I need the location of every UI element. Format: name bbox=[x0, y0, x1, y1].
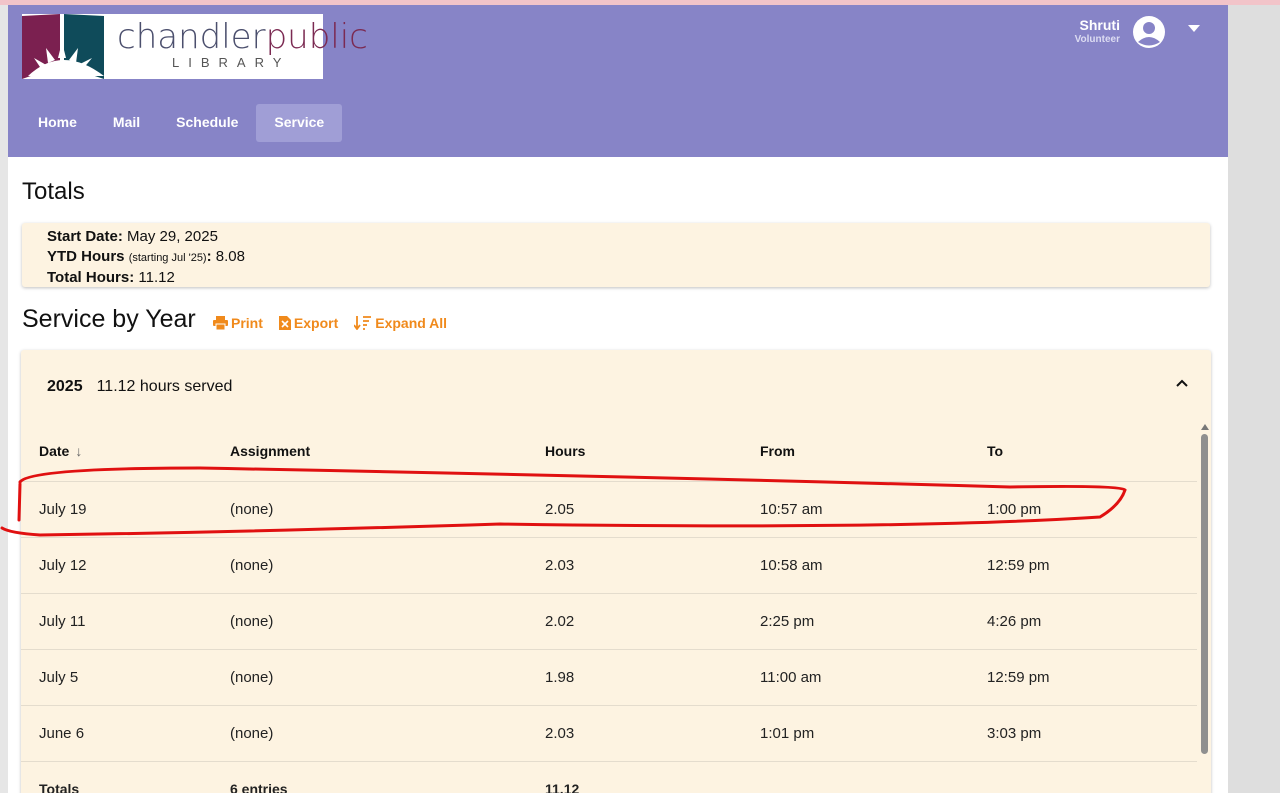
table-row[interactable]: July 5 (none) 1.98 11:00 am 12:59 pm bbox=[21, 649, 1197, 706]
cell-to: 4:26 pm bbox=[969, 593, 1197, 650]
cell-hours: 2.05 bbox=[527, 481, 742, 538]
print-label: Print bbox=[231, 315, 263, 331]
cell-to: 1:00 pm bbox=[969, 481, 1197, 538]
cell-date: July 12 bbox=[21, 537, 212, 594]
year-summary: 11.12 hours served bbox=[96, 378, 233, 395]
start-date-line: Start Date: May 29, 2025 bbox=[47, 227, 1210, 247]
cell-to: 12:59 pm bbox=[969, 649, 1197, 706]
user-name: Shruti bbox=[1079, 17, 1120, 33]
col-date[interactable]: Date ↓ bbox=[21, 422, 212, 482]
ytd-line: YTD Hours (starting Jul '25): 8.08 bbox=[47, 247, 1210, 269]
nav-service[interactable]: Service bbox=[256, 104, 343, 142]
user-avatar-icon[interactable] bbox=[1132, 15, 1166, 49]
cell-hours: 1.98 bbox=[527, 649, 742, 706]
caret-down-icon[interactable] bbox=[1188, 25, 1200, 32]
cell-hours: 2.03 bbox=[527, 705, 742, 762]
cell-assignment: (none) bbox=[212, 481, 527, 538]
table-row[interactable]: July 19 (none) 2.05 10:57 am 1:00 pm bbox=[21, 481, 1197, 538]
year-label: 2025 bbox=[47, 378, 83, 395]
service-table: Date ↓ Assignment Hours From To July 19 (… bbox=[21, 422, 1197, 793]
table-header-row: Date ↓ Assignment Hours From To bbox=[21, 422, 1197, 482]
print-button[interactable]: Print bbox=[213, 315, 263, 331]
cell-assignment: (none) bbox=[212, 537, 527, 594]
service-by-year-heading: Service by Year bbox=[22, 305, 196, 333]
logo-name: chandler bbox=[117, 17, 266, 57]
cell-to: 12:59 pm bbox=[969, 537, 1197, 594]
cell-assignment: (none) bbox=[212, 649, 527, 706]
cell-hours: 2.02 bbox=[527, 593, 742, 650]
cell-date: July 19 bbox=[21, 481, 212, 538]
cell-from: 1:01 pm bbox=[742, 705, 969, 762]
totals-row-empty bbox=[969, 761, 1197, 793]
cell-to: 3:03 pm bbox=[969, 705, 1197, 762]
scroll-thumb[interactable] bbox=[1201, 434, 1208, 754]
nav-home[interactable]: Home bbox=[20, 104, 95, 142]
year-panel: 2025 11.12 hours served Date ↓ Assignment … bbox=[21, 350, 1211, 793]
col-date-label: Date bbox=[39, 443, 70, 460]
service-actions: Print Export Expand All bbox=[213, 315, 447, 331]
user-role: Volunteer bbox=[1074, 34, 1120, 45]
chevron-up-icon[interactable] bbox=[1175, 376, 1189, 390]
export-label: Export bbox=[293, 315, 339, 331]
expand-all-label: Expand All bbox=[375, 315, 448, 331]
expand-all-button[interactable]: Expand All bbox=[354, 315, 447, 331]
logo-name-accent: public bbox=[265, 17, 368, 57]
cell-hours: 2.03 bbox=[527, 537, 742, 594]
col-from[interactable]: From bbox=[742, 422, 969, 482]
scroll-up-icon[interactable] bbox=[1201, 424, 1209, 430]
ytd-label: YTD Hours bbox=[47, 247, 125, 265]
cell-date: July 11 bbox=[21, 593, 212, 650]
cell-assignment: (none) bbox=[212, 593, 527, 650]
book-sun-logo-icon bbox=[22, 14, 104, 79]
table-totals-row: Totals 6 entries 11.12 bbox=[21, 761, 1197, 793]
app-window: chandlerpublic LIBRARY Shruti Volunteer … bbox=[8, 5, 1228, 793]
cell-from: 10:58 am bbox=[742, 537, 969, 594]
totals-heading: Totals bbox=[22, 178, 85, 205]
total-hours-label: Total Hours: bbox=[47, 269, 135, 286]
table-scrollbar[interactable] bbox=[1198, 422, 1211, 793]
totals-row-empty bbox=[742, 761, 969, 793]
table-row[interactable]: June 6 (none) 2.03 1:01 pm 3:03 pm bbox=[21, 705, 1197, 762]
start-date-value: May 29, 2025 bbox=[127, 228, 218, 245]
export-button[interactable]: Export bbox=[278, 315, 339, 331]
cell-from: 2:25 pm bbox=[742, 593, 969, 650]
cell-date: June 6 bbox=[21, 705, 212, 762]
site-header: chandlerpublic LIBRARY Shruti Volunteer … bbox=[8, 5, 1228, 157]
ytd-note: (starting Jul '25) bbox=[128, 251, 207, 264]
print-icon bbox=[213, 316, 228, 330]
table-row[interactable]: July 12 (none) 2.03 10:58 am 12:59 pm bbox=[21, 537, 1197, 594]
total-hours-line: Total Hours: 11.12 bbox=[47, 268, 1210, 288]
side-panel bbox=[1228, 5, 1280, 793]
totals-row-entries: 6 entries bbox=[230, 781, 288, 793]
totals-row-hours: 11.12 bbox=[545, 781, 580, 793]
ytd-colon: : bbox=[206, 247, 212, 265]
col-to[interactable]: To bbox=[969, 422, 1197, 482]
cell-from: 11:00 am bbox=[742, 649, 969, 706]
nav-mail[interactable]: Mail bbox=[95, 104, 158, 142]
sort-down-icon[interactable]: ↓ bbox=[75, 443, 82, 459]
totals-row-label: Totals bbox=[39, 781, 80, 793]
service-table-container: Date ↓ Assignment Hours From To July 19 (… bbox=[21, 422, 1197, 793]
start-date-label: Start Date: bbox=[47, 228, 123, 245]
nav-schedule[interactable]: Schedule bbox=[158, 104, 256, 142]
user-menu[interactable]: Shruti Volunteer bbox=[1000, 15, 1200, 51]
year-panel-header[interactable]: 2025 11.12 hours served bbox=[47, 378, 232, 396]
library-logo[interactable]: chandlerpublic LIBRARY bbox=[22, 14, 368, 79]
totals-card: Start Date: May 29, 2025 YTD Hours (star… bbox=[22, 223, 1210, 287]
cell-from: 10:57 am bbox=[742, 481, 969, 538]
cell-assignment: (none) bbox=[212, 705, 527, 762]
logo-subtitle: LIBRARY bbox=[172, 55, 291, 70]
logo-wordmark: chandlerpublic bbox=[117, 17, 368, 57]
col-hours[interactable]: Hours bbox=[527, 422, 742, 482]
table-row[interactable]: July 11 (none) 2.02 2:25 pm 4:26 pm bbox=[21, 593, 1197, 650]
expand-all-icon bbox=[354, 316, 372, 330]
ytd-value: 8.08 bbox=[215, 247, 245, 265]
cell-date: July 5 bbox=[21, 649, 212, 706]
total-hours-value: 11.12 bbox=[138, 269, 175, 286]
main-nav: Home Mail Schedule Service bbox=[20, 104, 343, 142]
export-icon bbox=[278, 316, 291, 330]
col-assignment[interactable]: Assignment bbox=[212, 422, 527, 482]
